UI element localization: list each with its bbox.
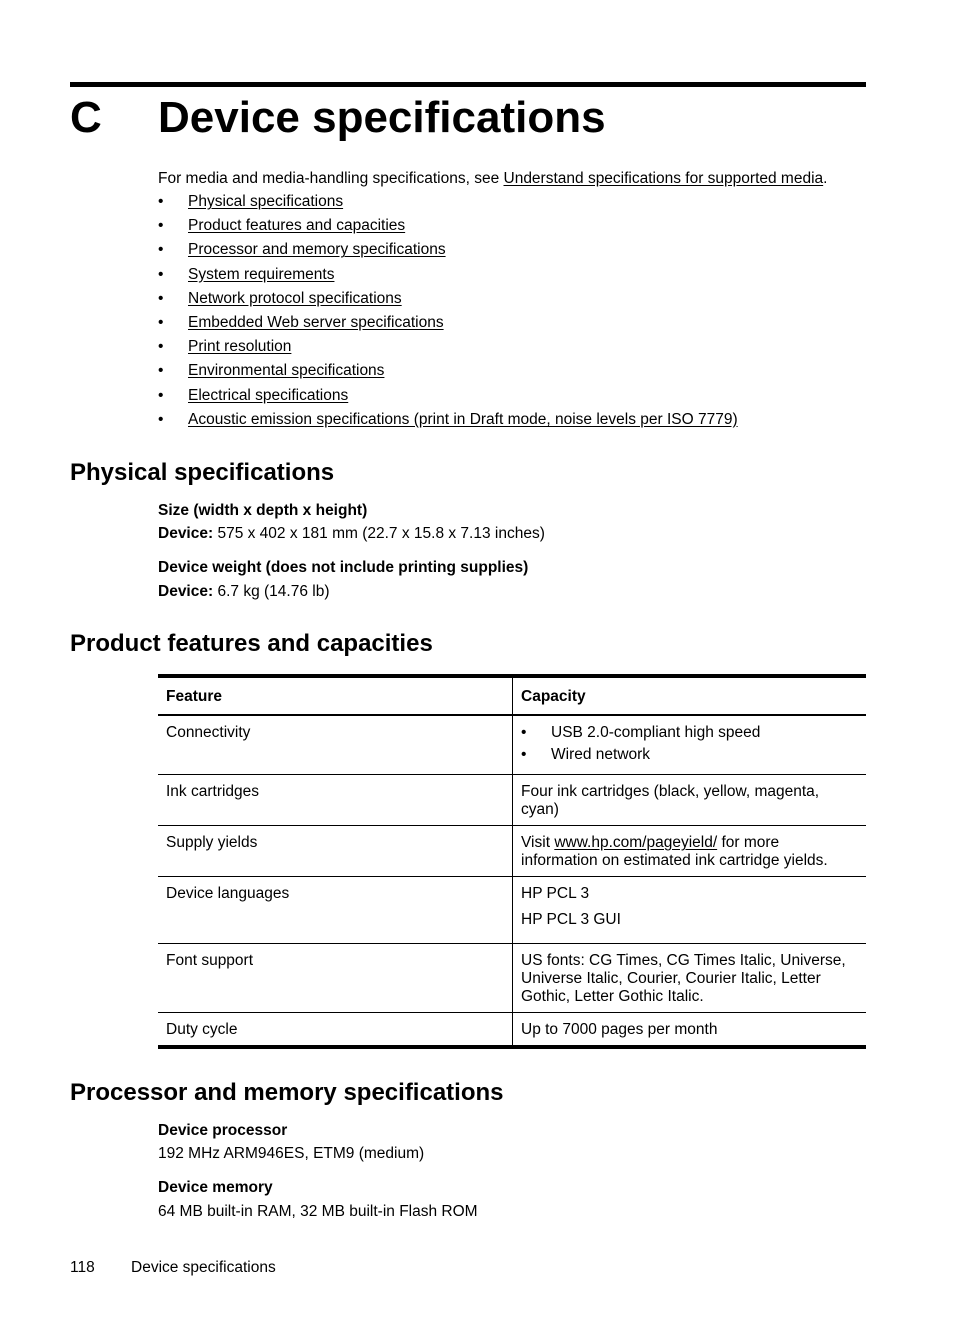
size-text: 575 x 402 x 181 mm (22.7 x 15.8 x 7.13 i… [213,525,545,542]
toc-item: • Product features and capacities [158,217,738,241]
toc-link-network[interactable]: Network protocol specifications [188,290,402,307]
capacity-cell: HP PCL 3 HP PCL 3 GUI [512,876,866,944]
toc-link-features[interactable]: Product features and capacities [188,217,405,234]
capacity-cell: US fonts: CG Times, CG Times Italic, Uni… [512,943,866,1013]
toc-link-acoustic[interactable]: Acoustic emission specifications (print … [188,411,738,428]
intro-text: For media and media-handling specificati… [158,170,504,187]
toc-list: • Physical specifications • Product featur… [158,193,738,435]
bullet-icon: • [158,338,164,356]
chapter-title: Device specifications [158,93,606,142]
capacity-cell: • USB 2.0-compliant high speed • Wired net… [512,715,866,775]
capacity-text: Visit [521,834,555,851]
bullet-icon: • [158,386,164,404]
feature-cell: Device languages [158,876,513,944]
capacity-line: HP PCL 3 GUI [521,911,621,928]
column-header-capacity: Capacity [512,676,866,716]
table-row: Connectivity • USB 2.0-compliant high spe… [158,715,866,775]
bullet-icon: • [521,746,527,763]
table-row: Ink cartridges Four ink cartridges (blac… [158,774,866,826]
chapter-letter: C [70,93,102,142]
toc-link-electrical[interactable]: Electrical specifications [188,387,348,404]
intro-suffix: . [823,170,828,187]
toc-item: • Environmental specifications [158,362,738,386]
chapter-rule [70,82,866,87]
bullet-icon: • [158,265,164,283]
pageyield-link[interactable]: www.hp.com/pageyield/ [554,834,717,851]
feature-cell: Ink cartridges [158,774,513,826]
toc-item: • Physical specifications [158,193,738,217]
toc-link-processor[interactable]: Processor and memory specifications [188,241,446,258]
toc-link-resolution[interactable]: Print resolution [188,338,291,355]
toc-link-system[interactable]: System requirements [188,266,334,283]
toc-item: • Network protocol specifications [158,290,738,314]
connectivity-list: • USB 2.0-compliant high speed • Wired net… [521,724,858,764]
list-item: • USB 2.0-compliant high speed [521,724,858,742]
feature-cell: Duty cycle [158,1012,513,1047]
size-label: Size (width x depth x height) [158,502,368,519]
capacity-cell: Visit www.hp.com/pageyield/ for more inf… [512,825,866,877]
bullet-icon: • [158,241,164,259]
table-row: Duty cycle Up to 7000 pages per month [158,1012,866,1047]
table-header-row: Feature Capacity [158,676,866,716]
toc-item: • Print resolution [158,338,738,362]
capacity-cell: Four ink cartridges (black, yellow, mage… [512,774,866,826]
bullet-icon: • [158,410,164,428]
list-item: • Wired network [521,746,858,764]
physical-heading: Physical specifications [70,459,335,486]
size-prefix: Device: [158,525,214,542]
weight-label: Device weight (does not include printing… [158,559,529,576]
toc-item: • Electrical specifications [158,387,738,411]
list-item-text: USB 2.0-compliant high speed [551,724,761,741]
memory-label: Device memory [158,1179,273,1196]
weight-value: Device: 6.7 kg (14.76 lb) [158,583,329,601]
processor-heading: Processor and memory specifications [70,1079,504,1106]
toc-item: • System requirements [158,266,738,290]
toc-item: • Acoustic emission specifications (print… [158,411,738,435]
table-row: Font support US fonts: CG Times, CG Time… [158,943,866,1013]
table-row: Supply yields Visit www.hp.com/pageyield… [158,825,866,877]
bullet-icon: • [158,313,164,331]
intro-paragraph: For media and media-handling specificati… [158,170,827,188]
size-value: Device: 575 x 402 x 181 mm (22.7 x 15.8 … [158,525,545,543]
processor-label: Device processor [158,1122,288,1139]
list-item-text: Wired network [551,746,651,763]
toc-item: • Processor and memory specifications [158,241,738,265]
bullet-icon: • [158,362,164,380]
page-number: 118 [70,1259,95,1276]
toc-link-ews[interactable]: Embedded Web server specifications [188,314,444,331]
processor-value: 192 MHz ARM946ES, ETM9 (medium) [158,1145,425,1162]
toc-link-environmental[interactable]: Environmental specifications [188,362,384,379]
capacity-line: HP PCL 3 [521,885,590,902]
footer-title: Device specifications [131,1259,276,1276]
bullet-icon: • [521,724,527,741]
features-table: Feature Capacity Connectivity • USB 2.0-c… [158,674,866,1049]
feature-cell: Connectivity [158,715,513,775]
toc-item: • Embedded Web server specifications [158,314,738,338]
bullet-icon: • [158,217,164,235]
weight-text: 6.7 kg (14.76 lb) [213,583,330,600]
column-header-feature: Feature [158,676,513,716]
features-heading: Product features and capacities [70,630,433,657]
memory-value: 64 MB built-in RAM, 32 MB built-in Flash… [158,1203,478,1220]
media-specs-link[interactable]: Understand specifications for supported … [504,170,824,187]
feature-cell: Supply yields [158,825,513,877]
bullet-icon: • [158,289,164,307]
table-row: Device languages HP PCL 3 HP PCL 3 GUI [158,876,866,944]
toc-link-physical[interactable]: Physical specifications [188,193,343,210]
bullet-icon: • [158,193,164,210]
capacity-cell: Up to 7000 pages per month [521,1021,718,1038]
feature-cell: Font support [158,943,513,1013]
weight-prefix: Device: [158,583,214,600]
